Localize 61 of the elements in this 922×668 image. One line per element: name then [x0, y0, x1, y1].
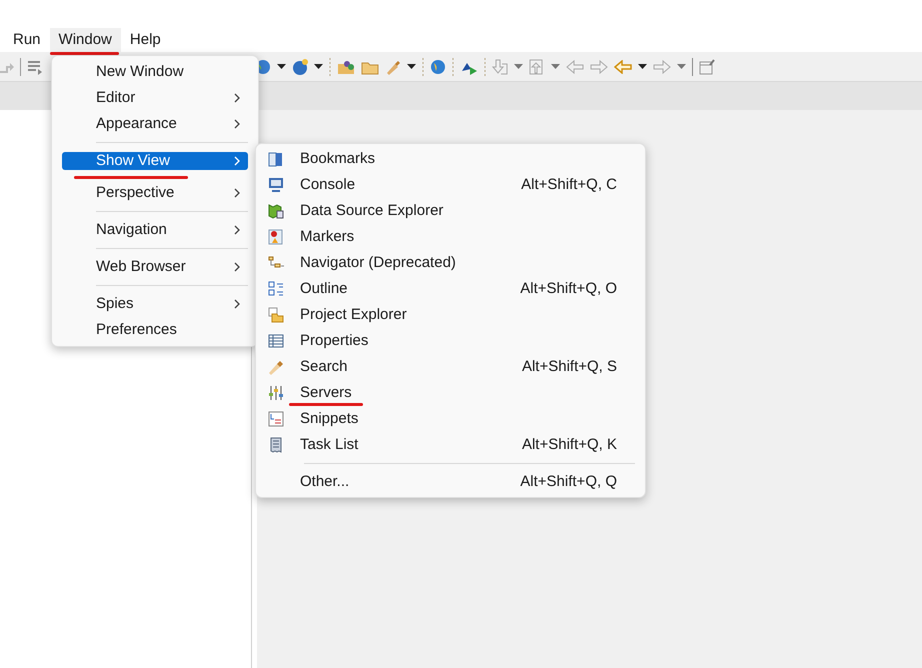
- menu-item[interactable]: Markers: [256, 224, 645, 250]
- torch-icon[interactable]: [385, 58, 401, 74]
- menu-item[interactable]: Console Alt+Shift+Q, C: [256, 172, 645, 198]
- menu-item[interactable]: Spies: [62, 280, 248, 317]
- window-icon[interactable]: [699, 58, 715, 74]
- caret-icon[interactable]: [314, 64, 323, 69]
- menu-item[interactable]: Data Source Explorer: [256, 198, 645, 224]
- menu-item[interactable]: Editor: [62, 85, 248, 111]
- menu-item[interactable]: Project Explorer: [256, 302, 645, 328]
- book-icon: [268, 151, 284, 167]
- menu-item[interactable]: Navigator (Deprecated): [256, 250, 645, 276]
- menu-item[interactable]: Appearance: [62, 111, 248, 137]
- sliders-icon: [268, 385, 284, 401]
- down-arrow-icon[interactable]: [492, 58, 508, 74]
- menu-item[interactable]: Navigation: [62, 206, 248, 243]
- forward-icon[interactable]: [653, 60, 671, 74]
- caret-icon[interactable]: [407, 64, 416, 69]
- folder-icon: [268, 307, 284, 323]
- outline-icon: [268, 281, 284, 297]
- chevron-icon: [234, 188, 240, 198]
- page-icon: [268, 437, 284, 453]
- shortcut-text: Alt+Shift+Q, Q: [520, 472, 617, 492]
- chevron-icon: [234, 119, 240, 129]
- caret-icon[interactable]: [277, 64, 286, 69]
- menu-item[interactable]: New Window: [62, 59, 248, 85]
- right-arrow-icon[interactable]: [590, 60, 608, 74]
- caret-icon[interactable]: [638, 64, 647, 69]
- back-icon[interactable]: [614, 60, 632, 74]
- menu-item[interactable]: Show View: [62, 137, 248, 180]
- menu-item[interactable]: Outline Alt+Shift+Q, O: [256, 276, 645, 302]
- menu-item[interactable]: Perspective: [62, 180, 248, 206]
- left-arrow-icon[interactable]: [566, 60, 584, 74]
- menu-item[interactable]: Help: [120, 28, 170, 52]
- chevron-icon: [234, 225, 240, 235]
- chevron-icon: [234, 93, 240, 103]
- menu-item[interactable]: Search Alt+Shift+Q, S: [256, 354, 645, 380]
- menu-item[interactable]: Run: [4, 28, 50, 52]
- globe-icon[interactable]: [430, 58, 446, 74]
- map-icon: [268, 203, 284, 219]
- snippet-icon: [268, 411, 284, 427]
- torch-icon: [268, 359, 284, 375]
- chevron-icon: [234, 262, 240, 272]
- chevron-icon: [234, 156, 240, 166]
- chevron-icon: [234, 299, 240, 309]
- menu-item[interactable]: Properties: [256, 328, 645, 354]
- menu-item[interactable]: Window: [50, 28, 121, 52]
- table-icon: [268, 333, 284, 349]
- monitor-icon: [268, 177, 284, 193]
- menu-item[interactable]: Task List Alt+Shift+Q, K: [256, 432, 645, 458]
- shortcut-text: Alt+Shift+Q, O: [520, 278, 617, 299]
- menu-item[interactable]: Other... Alt+Shift+Q, Q: [256, 458, 645, 495]
- folder-icon[interactable]: [337, 58, 355, 74]
- shortcut-text: Alt+Shift+Q, K: [522, 434, 617, 455]
- menu-item[interactable]: Servers: [256, 380, 645, 406]
- menu-item[interactable]: Web Browser: [62, 243, 248, 280]
- marker-icon: [268, 229, 284, 245]
- menu-item[interactable]: Snippets: [256, 406, 645, 432]
- menu-item[interactable]: Bookmarks: [256, 146, 645, 172]
- menu-item[interactable]: Preferences: [62, 317, 248, 343]
- shortcut-text: Alt+Shift+Q, C: [521, 174, 617, 195]
- shortcut-text: Alt+Shift+Q, S: [522, 356, 617, 377]
